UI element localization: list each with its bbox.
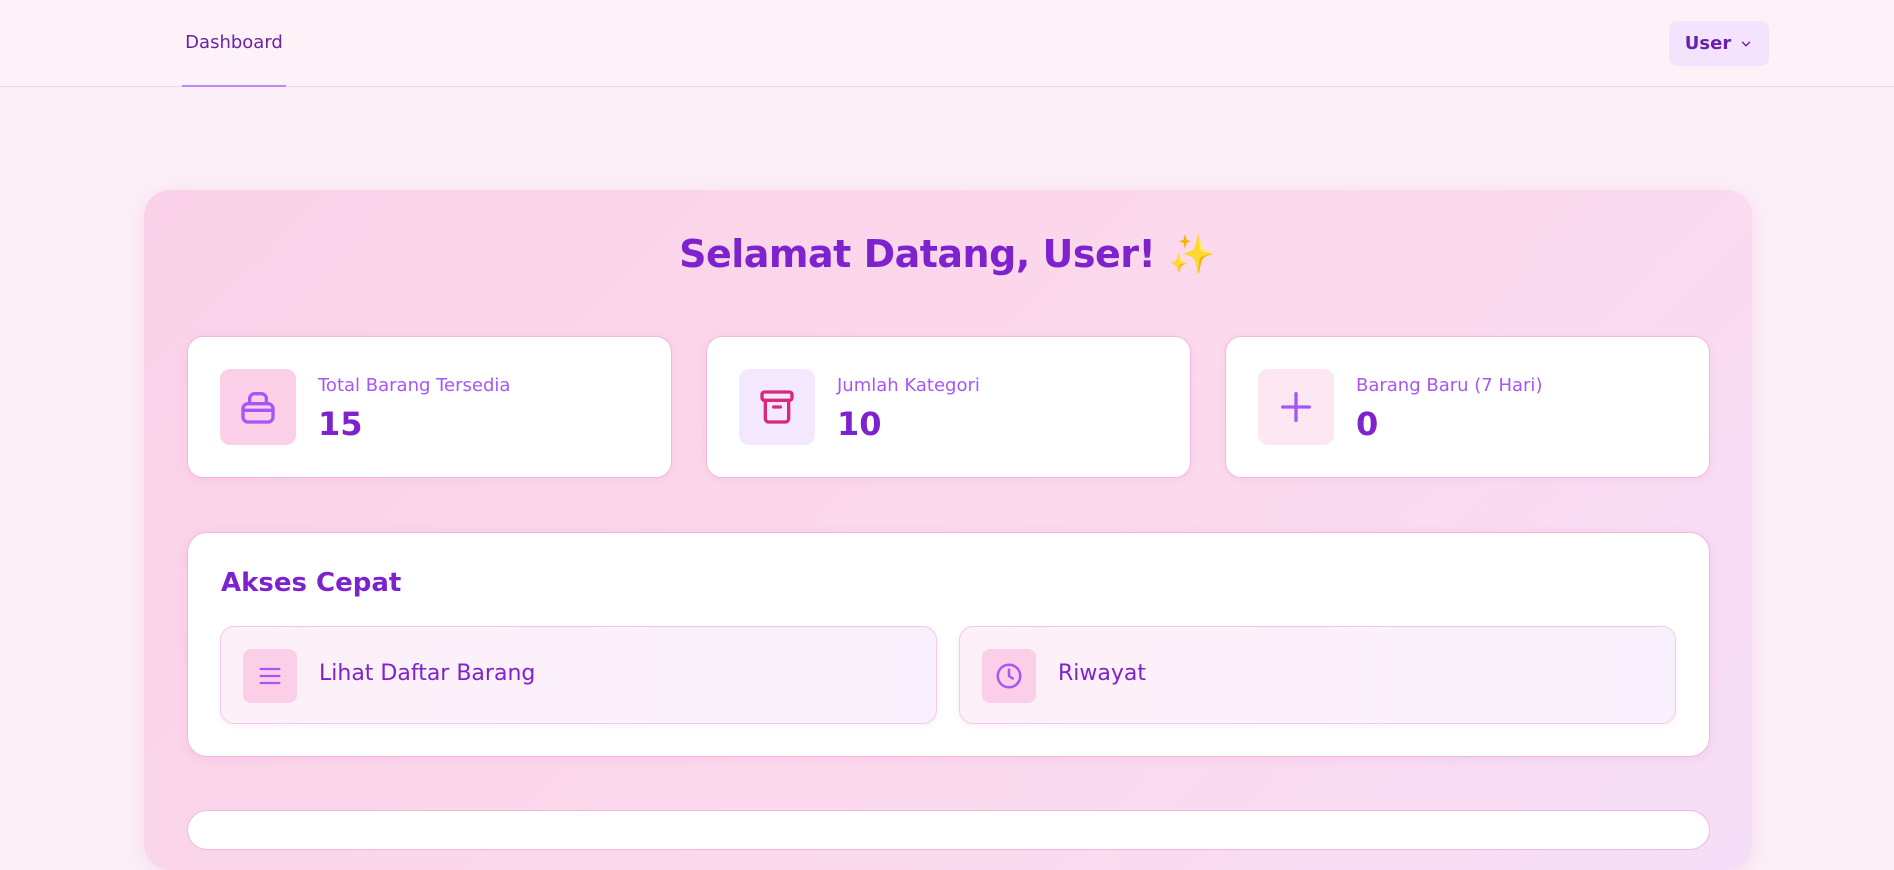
stat-value: 0: [1356, 405, 1379, 443]
basket-icon: [220, 369, 296, 445]
stat-card-jumlah-kategori: Jumlah Kategori 10: [706, 336, 1191, 478]
stat-label: Total Barang Tersedia: [318, 375, 511, 396]
stat-label: Jumlah Kategori: [837, 375, 980, 396]
stat-value: 15: [318, 405, 363, 443]
plus-icon: [1258, 369, 1334, 445]
sparkles-icon: ✨: [1168, 232, 1215, 276]
quick-link-riwayat[interactable]: Riwayat: [959, 626, 1676, 724]
quick-link-label: Lihat Daftar Barang: [319, 661, 536, 686]
archive-icon: [739, 369, 815, 445]
stat-card-total-barang: Total Barang Tersedia 15: [187, 336, 672, 478]
welcome-heading: Selamat Datang, User! ✨: [0, 232, 1894, 277]
next-panel: [187, 810, 1710, 850]
clock-icon: [982, 649, 1036, 703]
quick-link-daftar-barang[interactable]: Lihat Daftar Barang: [220, 626, 937, 724]
quick-access-title: Akses Cepat: [221, 568, 402, 598]
chevron-down-icon: [1741, 41, 1751, 46]
dashboard-card: [144, 190, 1752, 870]
stat-card-barang-baru: Barang Baru (7 Hari) 0: [1225, 336, 1710, 478]
top-navbar: Dashboard User: [0, 0, 1894, 87]
list-icon: [243, 649, 297, 703]
welcome-text: Selamat Datang, User!: [679, 232, 1156, 276]
quick-access-panel: Akses Cepat Lihat Daftar Barang Riwayat: [187, 532, 1710, 757]
user-menu-button[interactable]: User: [1669, 21, 1769, 66]
quick-link-label: Riwayat: [1058, 661, 1146, 686]
stat-label: Barang Baru (7 Hari): [1356, 375, 1543, 396]
user-menu-label: User: [1684, 33, 1732, 54]
stat-value: 10: [837, 405, 882, 443]
nav-dashboard-link[interactable]: Dashboard: [182, 0, 286, 87]
